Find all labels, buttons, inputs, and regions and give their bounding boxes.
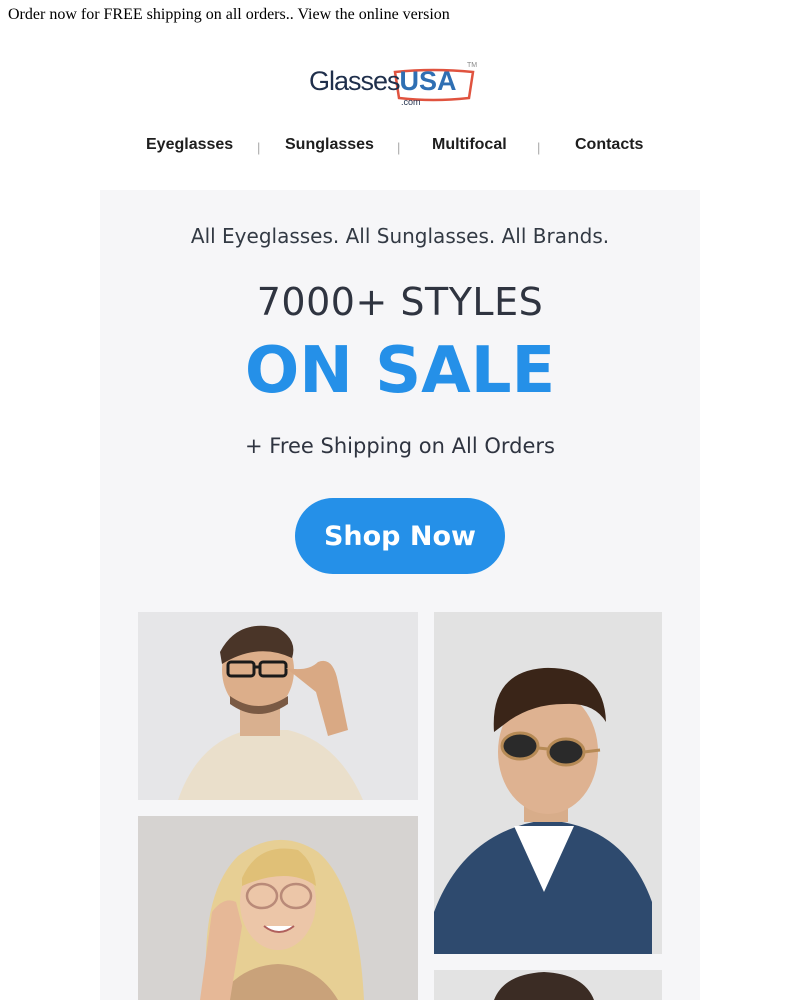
nav-separator: | <box>257 140 261 155</box>
preheader-text[interactable]: Order now for FREE shipping on all order… <box>8 6 450 24</box>
logo-com-text: .com <box>401 97 421 107</box>
nav-eyeglasses[interactable]: Eyeglasses <box>146 136 233 154</box>
nav-multifocal[interactable]: Multifocal <box>432 136 507 154</box>
shop-now-button[interactable]: Shop Now <box>295 498 505 574</box>
hero-banner: All Eyeglasses. All Sunglasses. All Bran… <box>100 190 700 1000</box>
logo-glasses-text: Glasses <box>309 66 401 96</box>
logo-tm-mark: TM <box>467 62 478 69</box>
man-sunglasses-photo[interactable] <box>434 612 662 954</box>
hero-styles-count: 7000+ STYLES <box>256 280 544 324</box>
logo-wordmark: GlassesUSA <box>309 66 457 97</box>
glassesusa-logo[interactable]: GlassesUSA .com TM <box>309 62 479 112</box>
woman-eyeglasses-photo[interactable] <box>138 816 418 1000</box>
logo-usa-text: USA <box>399 66 457 96</box>
nav-separator: | <box>537 140 541 155</box>
hero-tagline: All Eyeglasses. All Sunglasses. All Bran… <box>190 224 610 248</box>
partial-model-photo[interactable] <box>434 970 662 1000</box>
main-nav: Eyeglasses | Sunglasses | Multifocal | C… <box>0 136 800 160</box>
nav-separator: | <box>397 140 401 155</box>
hero-shipping-text: + Free Shipping on All Orders <box>245 434 555 458</box>
hero-sale-headline: ON SALE <box>244 334 556 408</box>
nav-contacts[interactable]: Contacts <box>575 136 643 154</box>
nav-sunglasses[interactable]: Sunglasses <box>285 136 374 154</box>
man-eyeglasses-photo[interactable] <box>138 612 418 800</box>
